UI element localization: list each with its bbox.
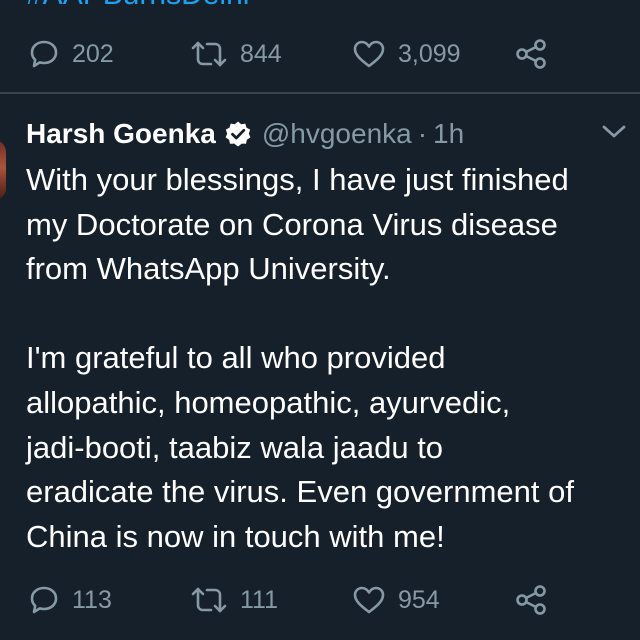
previous-tweet-hashtag[interactable]: #AAPBurnsDelhi: [26, 0, 249, 12]
reply-button[interactable]: 202: [28, 34, 114, 74]
chevron-down-icon: [602, 125, 626, 138]
tweet-menu-button[interactable]: [600, 122, 628, 147]
tweet-timestamp[interactable]: 1h: [433, 118, 464, 150]
author-name[interactable]: Harsh Goenka: [26, 118, 216, 150]
retweet-icon: [191, 41, 227, 67]
tweet-text-line: I'm grateful to all who provided: [26, 340, 446, 376]
retweet-count: 844: [240, 39, 282, 68]
tweet-divider: [0, 92, 640, 94]
tweet-text: With your blessings, I have just finishe…: [26, 158, 636, 559]
reply-icon: [30, 586, 58, 614]
previous-tweet-action-bar: 202 844 3,099: [0, 34, 640, 74]
like-button[interactable]: 3,099: [352, 34, 461, 74]
share-icon: [516, 585, 546, 615]
tweet-text-line: my Doctorate on Corona Virus disease: [26, 206, 558, 242]
reply-icon: [30, 40, 58, 68]
tweet-text-line: With your blessings, I have just finishe…: [26, 162, 569, 197]
reply-button[interactable]: 113: [28, 580, 112, 620]
author-handle[interactable]: @hvgoenka: [262, 118, 412, 150]
share-button[interactable]: [514, 580, 548, 620]
reply-count: 202: [72, 39, 114, 68]
tweet-text-line: from WhatsApp University.: [26, 251, 391, 287]
share-button[interactable]: [514, 34, 548, 74]
header-separator: ·: [417, 118, 428, 149]
avatar[interactable]: [0, 140, 6, 200]
tweet-text-line: allopathic, homeopathic, ayurvedic,: [26, 384, 511, 420]
retweet-button[interactable]: 844: [190, 34, 282, 74]
share-icon: [516, 39, 546, 69]
tweet-text-line: jadi-booti, taabiz wala jaadu to: [26, 429, 444, 465]
like-icon: [353, 40, 385, 68]
like-count: 3,099: [398, 39, 461, 68]
tweet-action-bar: 113 111 954: [0, 580, 640, 620]
retweet-button[interactable]: 111: [190, 580, 278, 620]
retweet-icon: [191, 587, 227, 613]
retweet-count: 111: [240, 585, 279, 614]
like-count: 954: [398, 585, 440, 614]
verified-badge-icon: [224, 120, 252, 148]
like-icon: [353, 586, 385, 614]
tweet-header: Harsh Goenka @hvgoenka · 1h: [26, 112, 464, 156]
tweet-text-line: China is now in touch with me!: [26, 518, 445, 554]
reply-count: 113: [72, 585, 112, 614]
tweet-text-line: eradicate the virus. Even government of: [26, 474, 574, 510]
like-button[interactable]: 954: [352, 580, 440, 620]
